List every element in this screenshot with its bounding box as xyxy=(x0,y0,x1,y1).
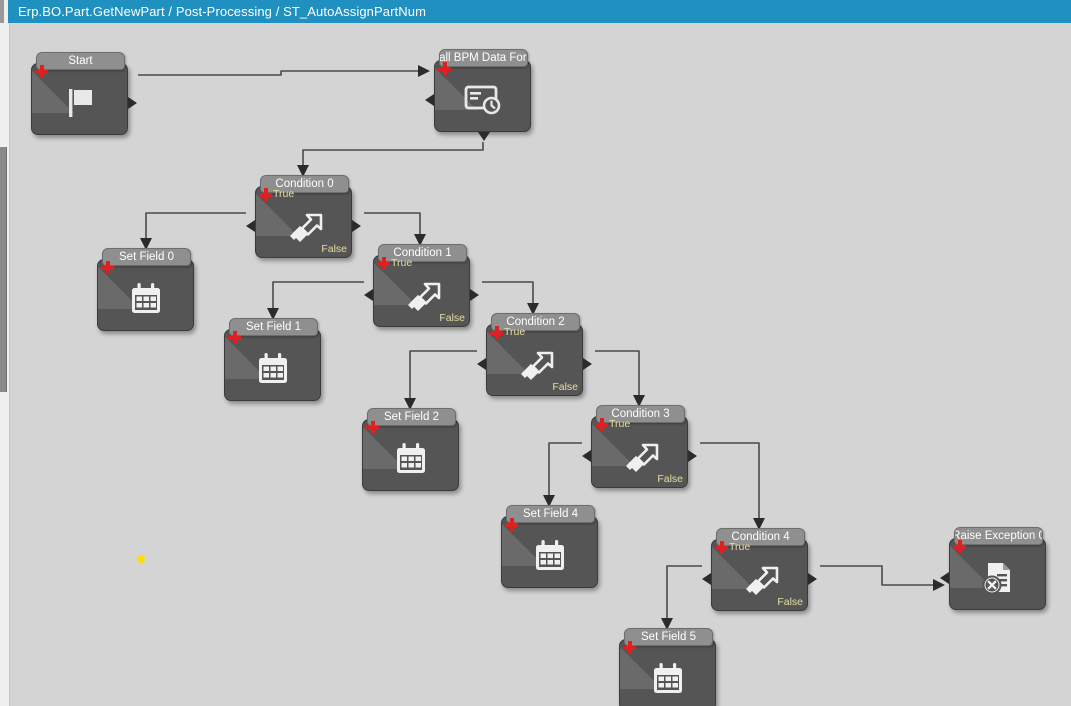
edge-cond1-cond2 xyxy=(482,281,534,303)
edge-cond4-raise xyxy=(820,565,933,586)
edge-cond3-sf4 xyxy=(548,442,582,495)
node-set-field-0[interactable]: Set Field 0 xyxy=(97,248,194,331)
node-set-field-0-body xyxy=(98,267,193,330)
node-set-field-1-label: Set Field 1 xyxy=(229,318,318,336)
edge-bpm-cond0 xyxy=(302,142,484,165)
port-true-condition-0[interactable] xyxy=(246,220,255,232)
port-in-bpm[interactable] xyxy=(425,94,434,106)
port-true-condition-2[interactable] xyxy=(477,358,486,370)
edge-cond2-cond3 xyxy=(595,350,640,395)
title-bar-left-nub xyxy=(0,0,4,23)
node-set-field-4-label: Set Field 4 xyxy=(506,505,595,523)
title-bar: Erp.BO.Part.GetNewPart / Post-Processing… xyxy=(0,0,1071,23)
node-set-field-5-body xyxy=(620,647,715,706)
add-badge-icon[interactable] xyxy=(715,541,728,554)
bpm-data-form-icon xyxy=(435,68,530,131)
branch-label-false: False xyxy=(439,312,465,324)
add-badge-icon[interactable] xyxy=(259,188,272,201)
node-set-field-1[interactable]: Set Field 1 xyxy=(224,318,321,401)
node-raise-exception-0-label: Raise Exception 0 xyxy=(954,527,1043,545)
port-false-condition-2[interactable] xyxy=(583,358,592,370)
branch-label-false: False xyxy=(657,473,683,485)
add-badge-icon[interactable] xyxy=(366,421,379,434)
port-false-condition-4[interactable] xyxy=(808,573,817,585)
title-bar-band: Erp.BO.Part.GetNewPart / Post-Processing… xyxy=(8,0,1071,23)
branch-label-false: False xyxy=(777,596,803,608)
add-badge-icon[interactable] xyxy=(377,257,390,270)
node-start-label: Start xyxy=(36,52,125,70)
add-badge-icon[interactable] xyxy=(953,540,966,553)
edge-cond4-sf5 xyxy=(666,565,702,618)
raise-exception-icon xyxy=(950,546,1045,609)
edge-cond0-cond1 xyxy=(364,212,421,234)
add-badge-icon[interactable] xyxy=(101,261,114,274)
branch-label-true: True xyxy=(504,326,526,338)
port-false-condition-0[interactable] xyxy=(352,220,361,232)
node-set-field-2-label: Set Field 2 xyxy=(367,408,456,426)
branch-label-true: True xyxy=(609,418,631,430)
add-badge-icon[interactable] xyxy=(35,65,48,78)
branch-label-true: True xyxy=(729,541,751,553)
branch-label-false: False xyxy=(552,381,578,393)
set-field-icon xyxy=(363,427,458,490)
node-call-bpm-data-form[interactable]: Call BPM Data Form xyxy=(425,49,531,141)
port-true-condition-4[interactable] xyxy=(702,573,711,585)
node-set-field-2-body xyxy=(363,427,458,490)
add-badge-icon[interactable] xyxy=(228,331,241,344)
node-set-field-4-body xyxy=(502,524,597,587)
node-condition-4[interactable]: Condition 4 True False xyxy=(702,528,817,611)
set-field-icon xyxy=(620,647,715,706)
edge-cond2-sf2 xyxy=(409,350,477,398)
bpm-workflow-designer: Erp.BO.Part.GetNewPart / Post-Processing… xyxy=(0,0,1071,706)
edge-start-bpm xyxy=(138,70,418,76)
edge-cond1-sf1 xyxy=(272,281,364,308)
canvas-marker-dot xyxy=(137,555,145,563)
add-badge-icon[interactable] xyxy=(595,418,608,431)
branch-label-true: True xyxy=(273,188,295,200)
set-field-icon xyxy=(502,524,597,587)
node-set-field-5-label: Set Field 5 xyxy=(624,628,713,646)
node-condition-0[interactable]: Condition 0 True False xyxy=(246,175,361,258)
page-title: Erp.BO.Part.GetNewPart / Post-Processing… xyxy=(18,4,427,19)
add-badge-icon[interactable] xyxy=(505,518,518,531)
port-true-condition-3[interactable] xyxy=(582,450,591,462)
workflow-canvas[interactable]: Start Call BPM Data Form xyxy=(0,23,1071,706)
node-set-field-4[interactable]: Set Field 4 xyxy=(501,505,598,588)
node-set-field-5[interactable]: Set Field 5 xyxy=(619,628,716,706)
node-condition-3[interactable]: Condition 3 True False xyxy=(582,405,697,488)
add-badge-icon[interactable] xyxy=(438,62,451,75)
branch-label-true: True xyxy=(391,257,413,269)
port-out-bpm[interactable] xyxy=(478,132,490,141)
node-set-field-0-label: Set Field 0 xyxy=(102,248,191,266)
node-call-bpm-data-form-body xyxy=(435,68,530,131)
port-false-condition-3[interactable] xyxy=(688,450,697,462)
node-condition-2[interactable]: Condition 2 True False xyxy=(477,313,592,396)
set-field-icon xyxy=(98,267,193,330)
edge-cond0-sf0 xyxy=(145,212,246,238)
node-raise-exception-0-body xyxy=(950,546,1045,609)
node-start[interactable]: Start xyxy=(31,52,137,135)
set-field-icon xyxy=(225,337,320,400)
node-raise-exception-0[interactable]: Raise Exception 0 xyxy=(940,527,1046,610)
node-set-field-1-body xyxy=(225,337,320,400)
port-true-condition-1[interactable] xyxy=(364,289,373,301)
node-call-bpm-data-form-label: Call BPM Data Form xyxy=(439,49,528,67)
add-badge-icon[interactable] xyxy=(490,326,503,339)
add-badge-icon[interactable] xyxy=(623,641,636,654)
node-start-body xyxy=(32,71,127,134)
port-in-raise-exception-0[interactable] xyxy=(940,572,949,584)
port-false-condition-1[interactable] xyxy=(470,289,479,301)
edge-cond3-cond4 xyxy=(700,442,760,518)
branch-label-false: False xyxy=(321,243,347,255)
flag-icon xyxy=(32,71,127,134)
node-condition-1[interactable]: Condition 1 True False xyxy=(364,244,479,327)
port-out-start[interactable] xyxy=(128,97,137,109)
node-set-field-2[interactable]: Set Field 2 xyxy=(362,408,459,491)
